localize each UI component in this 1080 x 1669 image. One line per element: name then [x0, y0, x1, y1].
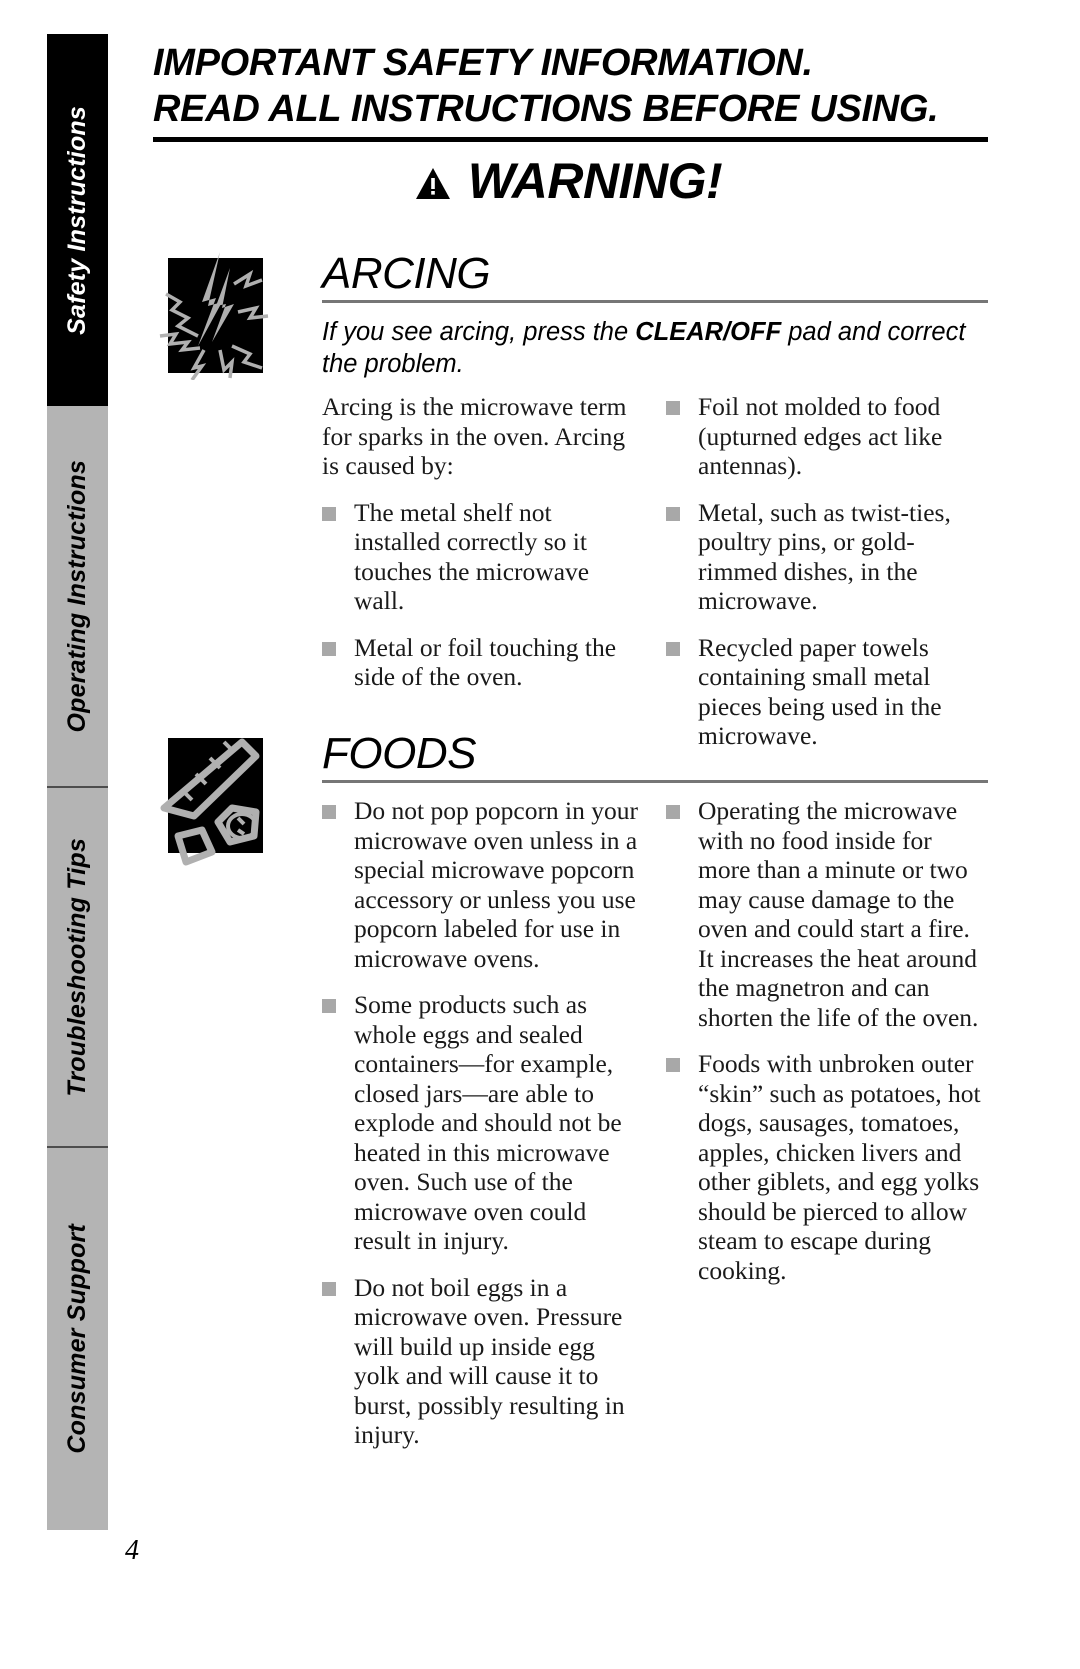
- warning-triangle-icon: [415, 167, 450, 199]
- sidebar-tabs: Safety Instructions Operating Instructio…: [47, 34, 108, 1530]
- sidebar-tab-label: Safety Instructions: [63, 105, 91, 335]
- foods-body: FOODS Do not pop popcorn in your microwa…: [322, 730, 988, 1467]
- page-title-line-2: READ ALL INSTRUCTIONS BEFORE USING.: [153, 88, 939, 130]
- page-number: 4: [125, 1535, 139, 1566]
- page-content: IMPORTANT SAFETY INFORMATION. READ ALL I…: [150, 0, 1010, 1669]
- arcing-left-column: Arcing is the microwave term for sparks …: [322, 392, 644, 768]
- list-item: The metal shelf not installed correctly …: [322, 498, 644, 616]
- foods-left-bullet-list: Do not pop popcorn in your microwave ove…: [322, 796, 644, 1450]
- list-item: Metal, such as twist-ties, poultry pins,…: [666, 498, 988, 616]
- section-heading-foods: FOODS: [322, 729, 476, 778]
- sidebar-tab-label: Troubleshooting Tips: [63, 837, 91, 1097]
- section-divider: [322, 300, 988, 303]
- arcing-sparks-icon: [158, 250, 273, 380]
- list-item: Do not boil eggs in a microwave oven. Pr…: [322, 1273, 644, 1450]
- list-item: Foods with unbroken outer “skin” such as…: [666, 1049, 988, 1285]
- arcing-lead-text: If you see arcing, press the CLEAR/OFF p…: [322, 316, 988, 380]
- arcing-right-bullet-list: Foil not molded to food (upturned edges …: [666, 392, 988, 751]
- arcing-columns: Arcing is the microwave term for sparks …: [322, 392, 988, 768]
- list-item: Do not pop popcorn in your microwave ove…: [322, 796, 644, 973]
- header-divider: [153, 137, 988, 142]
- foods-right-column: Operating the microwave with no food ins…: [666, 796, 988, 1467]
- document-page: Safety Instructions Operating Instructio…: [0, 0, 1080, 1669]
- foods-corn-icon: [158, 730, 273, 866]
- sidebar-tab-operating-instructions[interactable]: Operating Instructions: [47, 406, 108, 786]
- page-title-line-1: IMPORTANT SAFETY INFORMATION.: [153, 42, 813, 84]
- foods-left-column: Do not pop popcorn in your microwave ove…: [322, 796, 644, 1467]
- sidebar-tab-label: Consumer Support: [63, 1224, 91, 1454]
- page-title: IMPORTANT SAFETY INFORMATION. READ ALL I…: [153, 40, 988, 142]
- warning-label: WARNING!: [467, 153, 723, 209]
- warning-banner: WARNING!: [150, 155, 988, 207]
- sidebar-tab-troubleshooting-tips[interactable]: Troubleshooting Tips: [47, 788, 108, 1146]
- section-divider: [322, 780, 988, 783]
- arcing-body: ARCING If you see arcing, press the CLEA…: [322, 250, 988, 768]
- list-item: Foil not molded to food (upturned edges …: [666, 392, 988, 481]
- sidebar-tab-label: Operating Instructions: [63, 459, 91, 733]
- sidebar-tab-safety-instructions[interactable]: Safety Instructions: [47, 34, 108, 406]
- arcing-left-bullet-list: The metal shelf not installed correctly …: [322, 498, 644, 692]
- list-item: Some products such as whole eggs and sea…: [322, 990, 644, 1256]
- clear-off-pad-label: CLEAR/OFF: [635, 318, 782, 346]
- arcing-intro-paragraph: Arcing is the microwave term for sparks …: [322, 392, 627, 480]
- sidebar-tab-consumer-support[interactable]: Consumer Support: [47, 1148, 108, 1530]
- section-heading-arcing: ARCING: [322, 249, 491, 298]
- foods-right-bullet-list: Operating the microwave with no food ins…: [666, 796, 988, 1285]
- list-item: Metal or foil touching the side of the o…: [322, 633, 644, 692]
- foods-columns: Do not pop popcorn in your microwave ove…: [322, 796, 988, 1467]
- list-item: Operating the microwave with no food ins…: [666, 796, 988, 1032]
- arcing-right-column: Foil not molded to food (upturned edges …: [666, 392, 988, 768]
- lead-text-part-1: If you see arcing, press the: [322, 318, 636, 346]
